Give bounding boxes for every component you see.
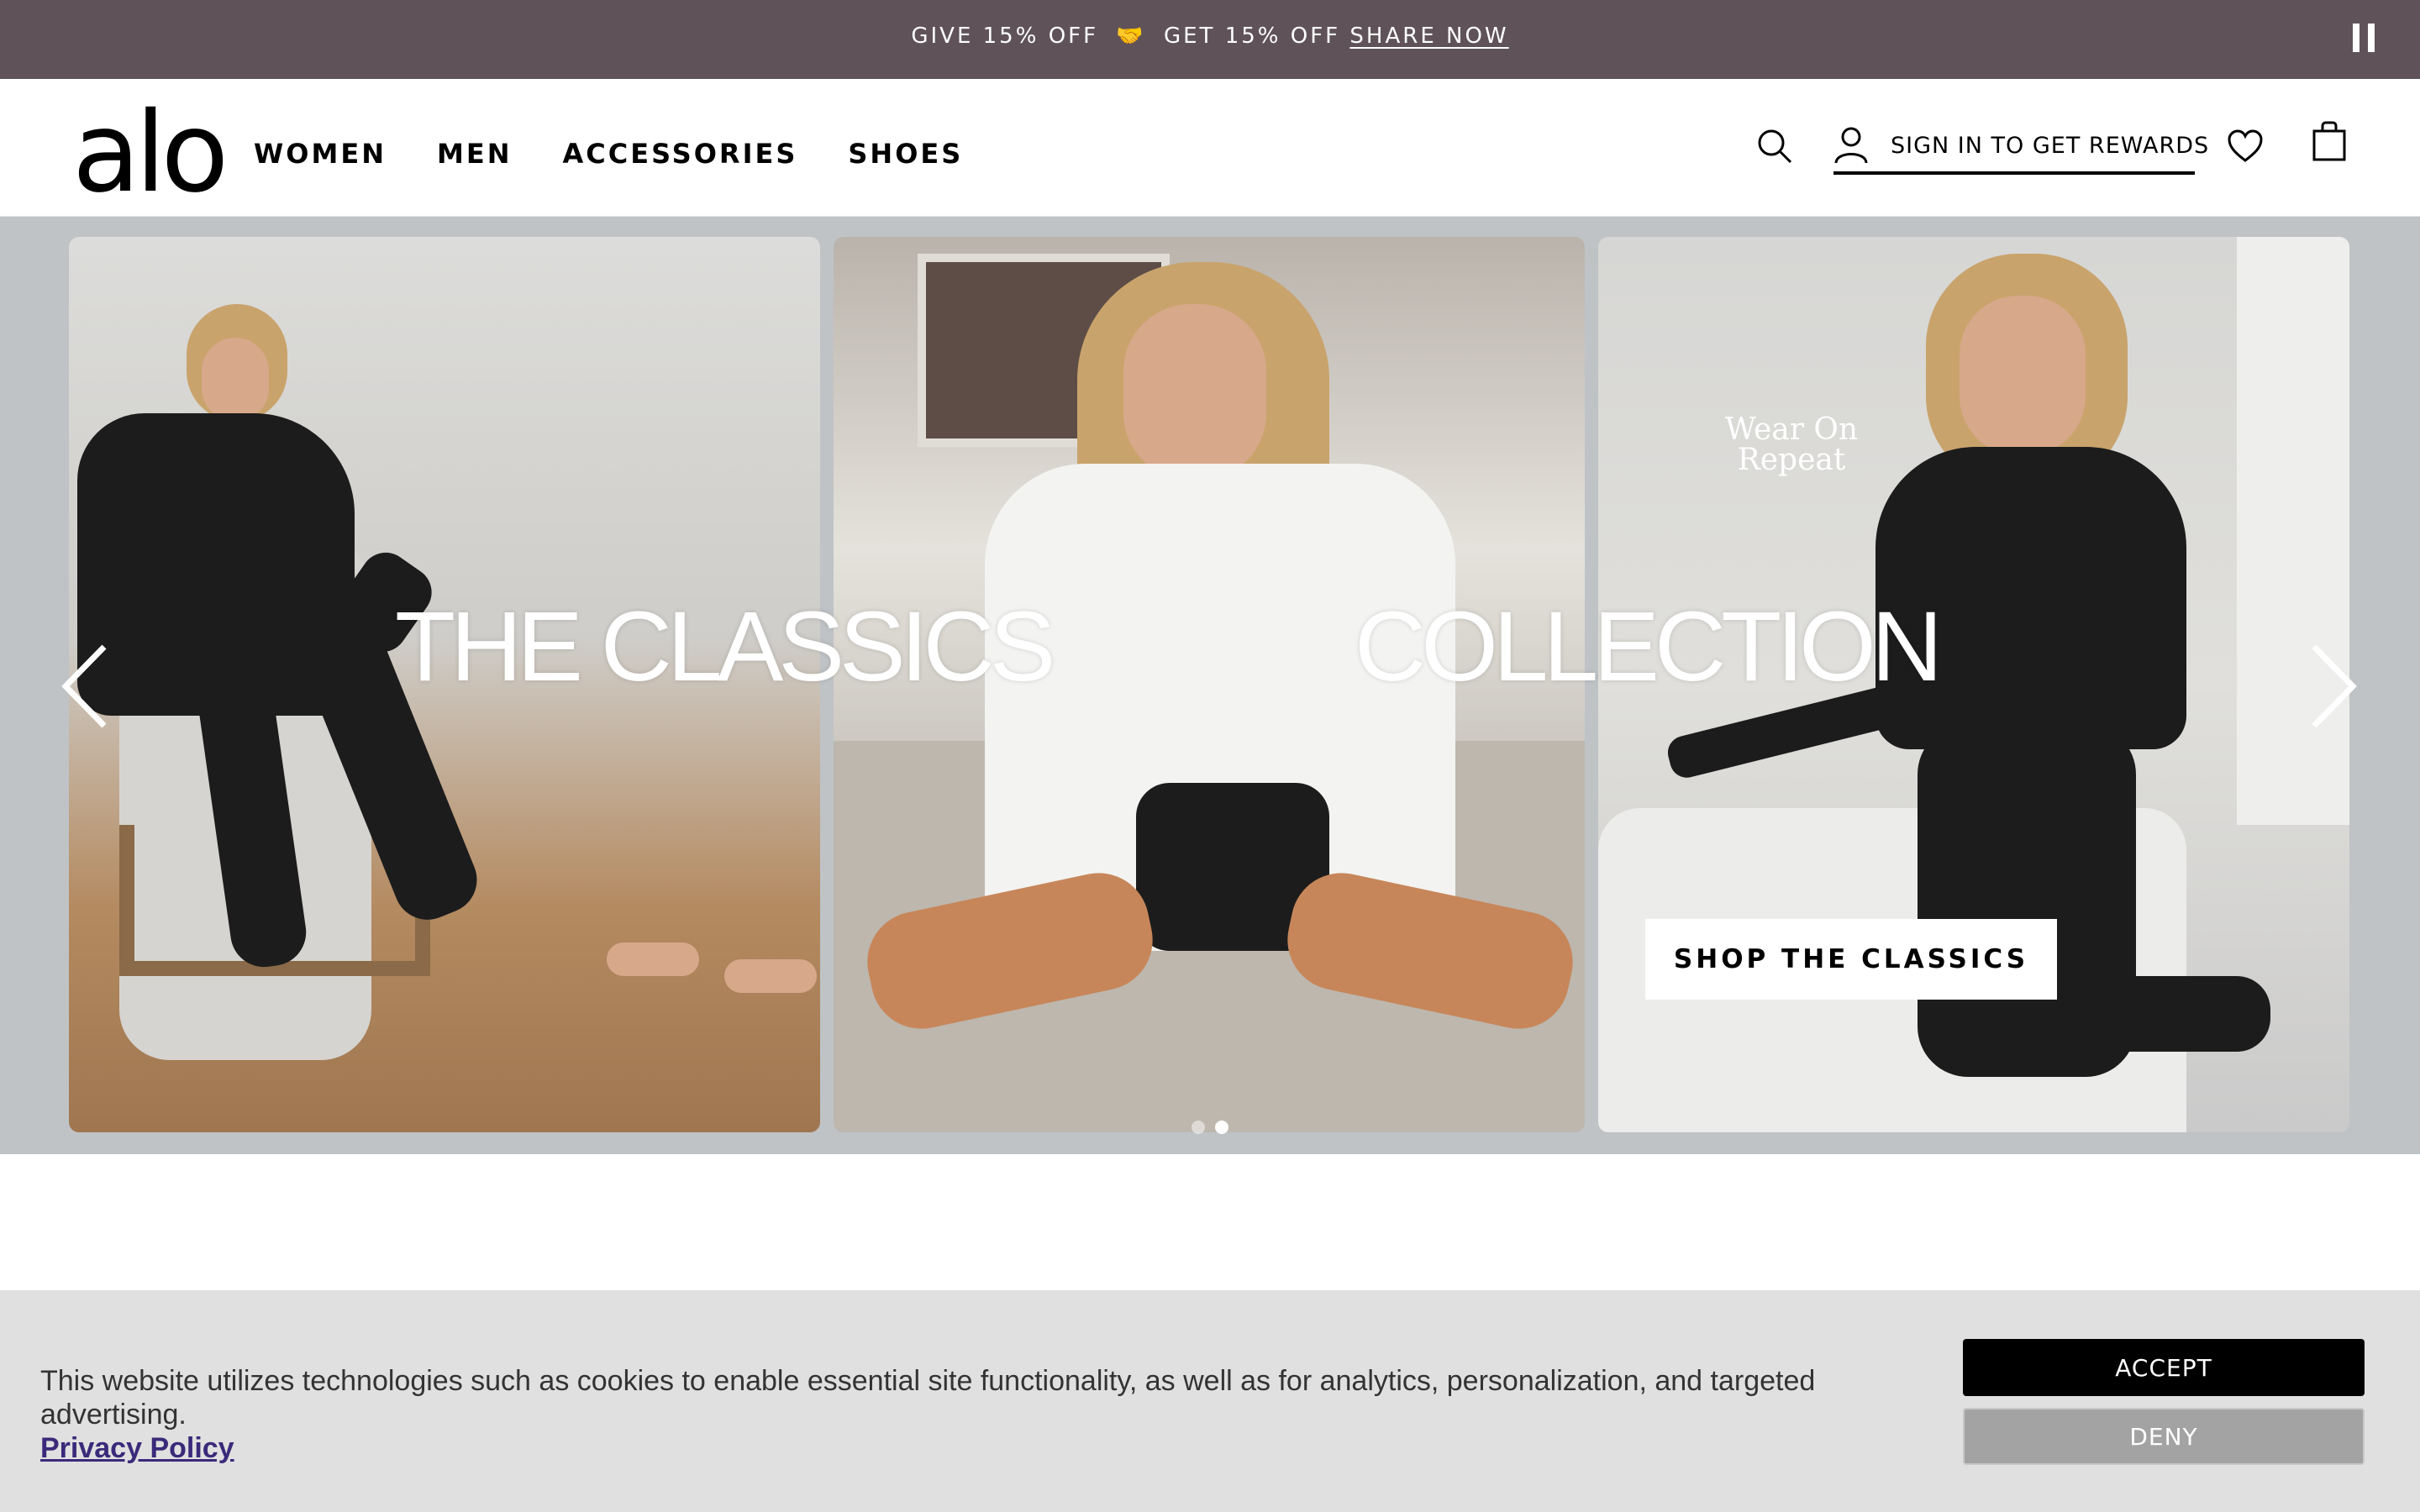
hero-carousel: THE CLASSICS COLLECTION Wear On Repeat S… bbox=[0, 217, 2420, 1154]
shopping-bag-icon[interactable] bbox=[2312, 121, 2346, 161]
nav-item-men[interactable]: MEN bbox=[437, 138, 512, 170]
shop-the-classics-button[interactable]: SHOP THE CLASSICS bbox=[1645, 919, 2057, 1000]
figure-foot-2 bbox=[724, 959, 817, 993]
share-now-link[interactable]: SHARE NOW bbox=[1349, 24, 1508, 49]
heart-icon[interactable] bbox=[2227, 129, 2264, 163]
main-nav: WOMEN MEN ACCESSORIES SHOES bbox=[254, 138, 963, 170]
carousel-dots bbox=[1192, 1121, 1228, 1134]
sign-in-label: SIGN IN TO GET REWARDS bbox=[1891, 133, 2210, 159]
window bbox=[2237, 237, 2349, 825]
chevron-left-icon[interactable] bbox=[55, 640, 114, 732]
deny-button[interactable]: DENY bbox=[1963, 1408, 2365, 1465]
pause-icon[interactable] bbox=[2351, 24, 2376, 52]
figure-leg bbox=[2069, 976, 2270, 1052]
cookie-message: This website utilizes technologies such … bbox=[40, 1365, 1816, 1431]
figure-face bbox=[1123, 304, 1266, 480]
nav-item-accessories[interactable]: ACCESSORIES bbox=[562, 138, 797, 170]
hero-title-right: COLLECTION bbox=[1355, 591, 1943, 702]
figure-foot-1 bbox=[607, 942, 699, 976]
chevron-right-icon[interactable] bbox=[2304, 640, 2363, 732]
cookie-message-block: This website utilizes technologies such … bbox=[40, 1364, 1948, 1465]
user-icon bbox=[1834, 127, 1868, 164]
alo-logo[interactable]: alo bbox=[72, 97, 229, 208]
carousel-dot-1[interactable] bbox=[1192, 1121, 1205, 1134]
site-header: alo WOMEN MEN ACCESSORIES SHOES SIGN IN … bbox=[0, 79, 2420, 217]
nav-item-shoes[interactable]: SHOES bbox=[848, 138, 963, 170]
figure-face bbox=[1960, 296, 2086, 455]
hero-tagline: Wear On Repeat bbox=[1724, 412, 1859, 477]
cookie-banner: This website utilizes technologies such … bbox=[0, 1290, 2420, 1512]
search-icon[interactable] bbox=[1756, 128, 1793, 165]
carousel-dot-2[interactable] bbox=[1215, 1121, 1228, 1134]
promo-get-text: GET 15% OFF bbox=[1163, 24, 1341, 49]
handshake-icon: 🤝 bbox=[1116, 24, 1146, 49]
accept-button[interactable]: ACCEPT bbox=[1963, 1339, 2365, 1396]
privacy-policy-link[interactable]: Privacy Policy bbox=[40, 1431, 234, 1465]
figure-face bbox=[202, 338, 269, 422]
promo-text: GIVE 15% OFF 🤝 GET 15% OFF SHARE NOW bbox=[0, 24, 2420, 49]
nav-item-women[interactable]: WOMEN bbox=[254, 138, 387, 170]
hero-title-left: THE CLASSICS bbox=[395, 591, 1055, 702]
promo-give-text: GIVE 15% OFF bbox=[911, 24, 1099, 49]
sign-in-rewards-link[interactable]: SIGN IN TO GET REWARDS bbox=[1833, 126, 2208, 175]
promo-bar: GIVE 15% OFF 🤝 GET 15% OFF SHARE NOW bbox=[0, 0, 2420, 79]
